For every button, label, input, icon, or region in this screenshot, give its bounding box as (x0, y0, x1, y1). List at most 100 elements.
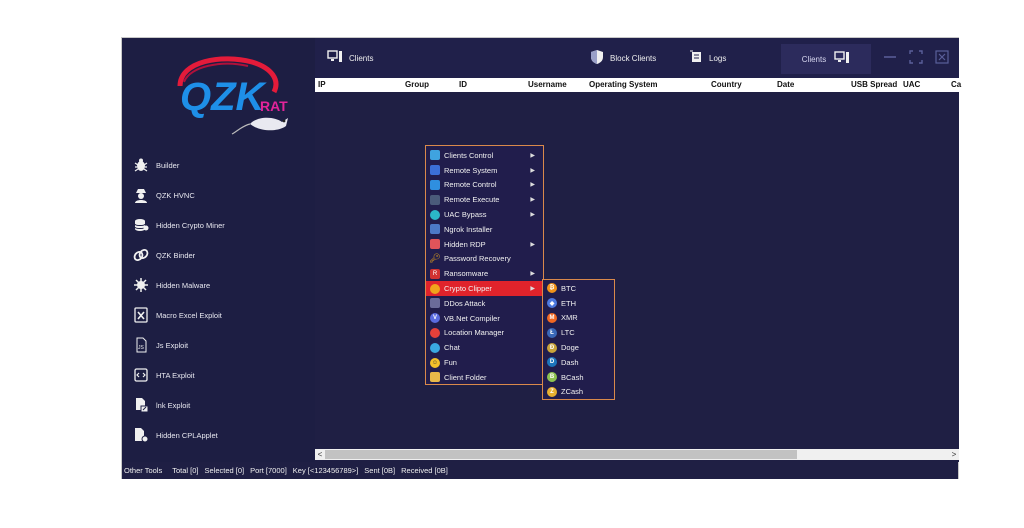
menu-item-remote-control[interactable]: Remote Control ▶ (426, 178, 543, 193)
installer-icon (430, 224, 440, 235)
column-header[interactable]: Group (405, 80, 429, 89)
menu-item-ngrok-installer[interactable]: Ngrok Installer (426, 222, 543, 237)
desktop-icon (430, 179, 440, 190)
column-header[interactable]: Username (528, 80, 567, 89)
sidebar-item-builder[interactable]: Builder (132, 154, 179, 176)
status-port: Port [7000] (250, 466, 287, 475)
monitor-icon (327, 50, 343, 66)
column-header[interactable]: USB Spread (851, 80, 897, 89)
sidebar-item-lnk-exploit[interactable]: lnk Exploit (132, 394, 190, 416)
menu-item-remote-execute[interactable]: Remote Execute ▶ (426, 192, 543, 207)
crypto-item-xmr[interactable]: M XMR (543, 311, 614, 326)
status-selected: Selected [0] (204, 466, 245, 475)
dash-icon: D (547, 357, 557, 368)
logs-button[interactable]: Logs (689, 50, 726, 66)
menu-item-crypto-clipper[interactable]: Crypto Clipper ▶ (426, 281, 543, 296)
spy-icon (132, 186, 150, 204)
sidebar-item-label: HTA Exploit (156, 370, 195, 380)
sidebar-item-js-exploit[interactable]: JS Js Exploit (132, 334, 188, 356)
sidebar-item-macro-excel[interactable]: Macro Excel Exploit (132, 304, 222, 326)
clients-active-tab[interactable]: Clients (781, 44, 871, 74)
menu-item-uac-bypass[interactable]: UAC Bypass ▶ (426, 207, 543, 222)
menu-item-label: Hidden RDP (444, 239, 486, 249)
sidebar-item-hvnc[interactable]: QZK HVNC (132, 184, 195, 206)
monitor-icon (834, 51, 850, 67)
menu-item-label: Dash (561, 357, 579, 367)
column-header[interactable]: UAC (903, 80, 920, 89)
smile-icon: ☺ (430, 357, 440, 368)
shield-icon (430, 209, 440, 220)
status-received: Received [0B] (401, 466, 448, 475)
crypto-item-bcash[interactable]: B BCash (543, 370, 614, 385)
menu-item-label: Client Folder (444, 372, 487, 382)
menu-item-label: Doge (561, 343, 579, 353)
crypto-item-zcash[interactable]: Z ZCash (543, 385, 614, 400)
chevron-right-icon: ▶ (530, 152, 535, 159)
menu-item-label: UAC Bypass (444, 210, 487, 220)
menu-item-label: ZCash (561, 387, 584, 397)
menu-item-clients-control[interactable]: Clients Control ▶ (426, 148, 543, 163)
user-icon (430, 150, 440, 161)
clients-button[interactable]: Clients (327, 50, 373, 66)
menu-item-ddos-attack[interactable]: DDos Attack (426, 296, 543, 311)
menu-item-label: Ngrok Installer (444, 224, 493, 234)
column-header[interactable]: Ca (951, 80, 961, 89)
menu-item-ransomware[interactable]: R Ransomware ▶ (426, 266, 543, 281)
menu-item-fun[interactable]: ☺ Fun (426, 355, 543, 370)
sidebar-item-label: QZK HVNC (156, 190, 195, 200)
crypto-item-dash[interactable]: D Dash (543, 355, 614, 370)
monitor-icon (430, 165, 440, 176)
sidebar-item-hta-exploit[interactable]: HTA Exploit (132, 364, 195, 386)
sidebar-item-hidden-malware[interactable]: Hidden Malware (132, 274, 210, 296)
menu-item-chat[interactable]: Chat (426, 340, 543, 355)
crypto-item-btc[interactable]: ₿ BTC (543, 281, 614, 296)
sidebar-item-cpl-applet[interactable]: Hidden CPLApplet (132, 424, 218, 446)
clients-grid[interactable] (315, 92, 959, 448)
menu-item-password-recovery[interactable]: 🔑︎ Password Recovery (426, 252, 543, 267)
column-header[interactable]: Country (711, 80, 742, 89)
shortcut-icon (132, 396, 150, 414)
close-icon[interactable] (935, 50, 949, 64)
menu-item-label: Fun (444, 358, 457, 368)
menu-item-hidden-rdp[interactable]: Hidden RDP ▶ (426, 237, 543, 252)
menu-item-label: Password Recovery (444, 254, 511, 264)
menu-item-remote-system[interactable]: Remote System ▶ (426, 163, 543, 178)
scroll-thumb[interactable] (325, 450, 797, 459)
pin-icon (430, 327, 440, 338)
menu-item-label: VB.Net Compiler (444, 313, 500, 323)
scroll-right-icon[interactable]: > (949, 449, 959, 460)
shield-icon (590, 49, 604, 67)
other-tools-label[interactable]: Other Tools (124, 466, 162, 475)
menu-item-vbnet-compiler[interactable]: V VB.Net Compiler (426, 311, 543, 326)
crypto-item-doge[interactable]: Ð Doge (543, 340, 614, 355)
doge-icon: Ð (547, 342, 557, 353)
xmr-icon: M (547, 312, 557, 323)
sidebar-item-binder[interactable]: QZK Binder (132, 244, 195, 266)
logs-icon (689, 50, 703, 66)
crypto-item-eth[interactable]: ◆ ETH (543, 296, 614, 311)
column-header[interactable]: IP (318, 80, 326, 89)
sidebar-item-crypto-miner[interactable]: Hidden Crypto Miner (132, 214, 225, 236)
top-toolbar: Clients Block Clients Logs Clients (315, 38, 959, 78)
column-header[interactable]: Date (777, 80, 794, 89)
block-clients-label: Block Clients (610, 53, 657, 63)
terminal-icon (430, 194, 440, 205)
status-sent: Sent [0B] (364, 466, 396, 475)
block-clients-button[interactable]: Block Clients (590, 50, 656, 66)
menu-item-client-folder[interactable]: Client Folder (426, 370, 543, 385)
maximize-icon[interactable] (909, 50, 923, 64)
column-header[interactable]: Operating System (589, 80, 657, 89)
minimize-icon[interactable] (883, 50, 897, 64)
crypto-item-ltc[interactable]: Ł LTC (543, 325, 614, 340)
chevron-right-icon: ▶ (530, 212, 535, 219)
menu-item-location-manager[interactable]: Location Manager (426, 326, 543, 341)
horizontal-scrollbar[interactable]: < > (315, 449, 959, 460)
chevron-right-icon: ▶ (530, 271, 535, 278)
svg-text:JS: JS (138, 345, 145, 351)
sidebar-item-label: Hidden CPLApplet (156, 430, 218, 440)
scroll-left-icon[interactable]: < (315, 449, 325, 460)
sidebar-item-label: Hidden Crypto Miner (156, 220, 225, 230)
clipper-icon (430, 283, 440, 294)
column-header[interactable]: ID (459, 80, 467, 89)
status-key: Key [<123456789>] (292, 466, 359, 475)
